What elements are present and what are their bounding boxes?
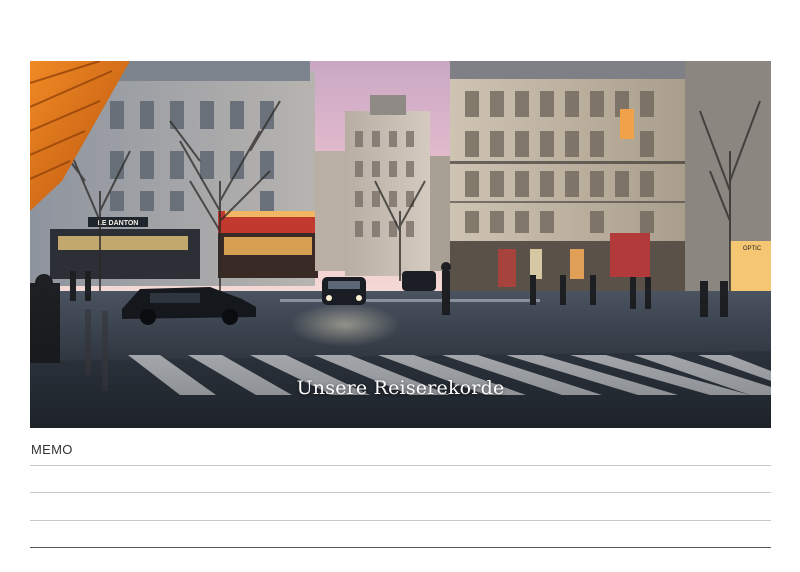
paris-street-illustration: LE DANTON OPTIC [30, 61, 771, 428]
hero-photo: LE DANTON OPTIC Unsere Reiserekorde [30, 61, 771, 428]
page: LE DANTON OPTIC Unsere Reiserekorde MEMO [0, 0, 800, 572]
danton-sign: LE DANTON [98, 220, 139, 227]
hero-caption: Unsere Reiserekorde [296, 377, 505, 399]
memo-label: MEMO [31, 442, 73, 457]
memo-line [30, 465, 771, 466]
memo-line [30, 520, 771, 521]
memo-line-bottom [30, 547, 771, 548]
memo-line [30, 492, 771, 493]
optic-sign: OPTIC [743, 246, 762, 252]
